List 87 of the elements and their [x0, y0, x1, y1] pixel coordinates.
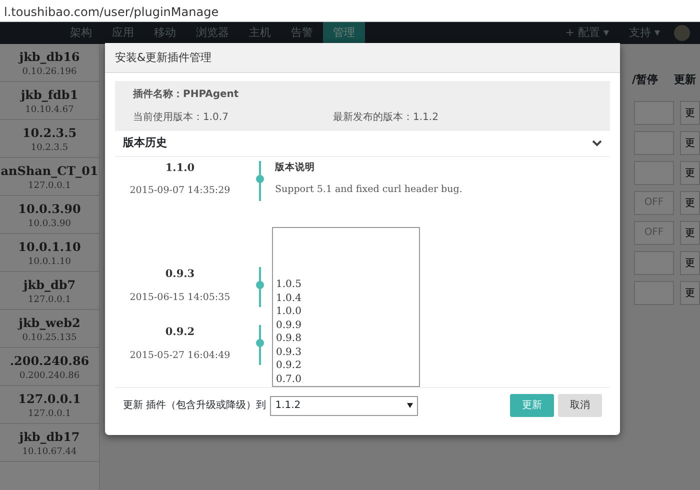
host-address: 127.0.0.1: [27, 294, 72, 307]
host-address: 0.10.26.196: [21, 66, 78, 79]
host-name: jkb_db7: [22, 277, 77, 294]
dropdown-option[interactable]: 1.0.5: [273, 278, 419, 292]
release-date: 2015-09-07 14:35:29: [130, 185, 230, 196]
version-select[interactable]: 1.1.2: [270, 396, 418, 416]
nav-tab[interactable]: 浏览器: [186, 22, 239, 44]
release-date: 2015-05-27 16:04:49: [130, 350, 230, 361]
host-address: 10.0.1.10: [27, 256, 72, 269]
menu-button[interactable]: + 配置 ▾: [555, 22, 619, 44]
update-button[interactable]: 更: [680, 131, 700, 155]
host-address: 10.10.4.67: [24, 104, 75, 117]
select-value: 1.1.2: [275, 398, 301, 412]
update-button[interactable]: 更: [680, 191, 700, 215]
timeline-marker: [259, 160, 261, 200]
address-bar[interactable]: l.toushibao.com/user/pluginManage: [0, 0, 700, 22]
host-item[interactable]: jkb_fdb1 10.10.4.67: [0, 82, 99, 120]
status-cell: [634, 251, 674, 275]
notes-title: 版本说明: [275, 160, 316, 174]
host-name: jkb_web2: [16, 315, 82, 332]
timeline-marker: [259, 325, 261, 365]
status-cell: [634, 101, 674, 125]
plugin-name: 插件名称：PHPAgent: [133, 88, 240, 102]
host-name: 10.2.3.5: [21, 125, 78, 142]
update-button[interactable]: 更: [680, 221, 700, 245]
update-button[interactable]: 更: [680, 251, 700, 275]
dropdown-option[interactable]: 1.0.0: [273, 305, 419, 318]
nav-tab[interactable]: 架构: [60, 22, 102, 44]
nav-tab[interactable]: 告警: [281, 22, 323, 44]
dropdown-option[interactable]: 0.9.3: [273, 346, 419, 359]
dropdown-option[interactable]: 0.9.8: [273, 332, 419, 346]
host-item[interactable]: 10.0.3.90 10.0.3.90: [0, 196, 99, 234]
update-button[interactable]: 更: [680, 161, 700, 185]
nav-tab[interactable]: 主机: [239, 22, 281, 44]
host-name: jkb_fdb1: [19, 87, 80, 104]
host-name: 10.0.3.90: [17, 201, 82, 218]
host-name: jkb_db16: [17, 49, 81, 66]
dropdown-option[interactable]: 0.9.2: [273, 359, 419, 372]
host-item[interactable]: anShan_CT_01 127.0.0.1: [0, 158, 99, 196]
update-button[interactable]: 更新: [510, 394, 554, 417]
update-button[interactable]: 更: [680, 101, 700, 125]
version-number: 1.1.0: [164, 160, 196, 176]
dropdown-option[interactable]: 0.9.9: [273, 318, 419, 332]
host-address: 127.0.0.1: [27, 408, 72, 421]
latest-version: 最新发布的版本：1.1.2: [333, 110, 438, 125]
cancel-button[interactable]: 取消: [558, 394, 602, 417]
host-item[interactable]: jkb_db16 0.10.26.196: [0, 44, 99, 82]
host-name: .200.240.86: [8, 353, 90, 370]
update-button[interactable]: 更: [680, 281, 700, 305]
caret-icon: [407, 403, 414, 408]
menu-button[interactable]: 支持 ▾: [618, 22, 670, 44]
host-address: 0.200.240.86: [18, 370, 81, 383]
nav-tab[interactable]: 移动: [144, 22, 186, 44]
host-item[interactable]: jkb_db17 10.10.67.44: [0, 424, 99, 462]
host-address: 0.10.25.135: [21, 332, 78, 345]
dialog-title: 安装&更新插件管理: [105, 43, 620, 73]
version-number: 0.9.2: [164, 325, 196, 340]
release-date: 2015-06-15 14:05:35: [130, 292, 230, 303]
host-name: anShan_CT_01: [0, 163, 99, 180]
host-item[interactable]: 10.0.1.10 10.0.1.10: [0, 234, 99, 272]
status-cell: [634, 281, 674, 305]
status-cell: [634, 131, 674, 155]
nav-tab[interactable]: 应用: [102, 22, 144, 44]
host-address: 10.0.3.90: [27, 218, 72, 231]
host-name: 127.0.0.1: [17, 391, 82, 408]
column-header: 更新: [674, 72, 696, 88]
status-cell: [634, 161, 674, 185]
host-item[interactable]: jkb_web2 0.10.25.135: [0, 310, 99, 348]
host-item[interactable]: .200.240.86 0.200.240.86: [0, 348, 99, 386]
dropdown-option[interactable]: 1.0.4: [273, 292, 419, 305]
host-address: 10.10.67.44: [21, 446, 78, 459]
version-number: 0.9.3: [164, 267, 196, 282]
host-address: 127.0.0.1: [27, 180, 72, 193]
host-address: 10.2.3.5: [30, 142, 70, 155]
dropdown-option[interactable]: 0.7.0: [273, 372, 419, 386]
nav-tab[interactable]: 管理: [323, 22, 365, 44]
host-name: jkb_db17: [17, 429, 81, 446]
update-label: 更新 插件（包含升级或降级）到: [123, 398, 266, 413]
host-item[interactable]: 127.0.0.1 127.0.0.1: [0, 386, 99, 424]
section-title: 版本历史: [123, 135, 167, 151]
current-version: 当前使用版本：1.0.7: [133, 110, 230, 125]
host-item[interactable]: 10.2.3.5 10.2.3.5: [0, 120, 99, 158]
host-name: 10.0.1.10: [17, 239, 82, 256]
release-notes: Support 5.1 and fixed curl header bug.: [275, 184, 462, 195]
timeline-marker: [259, 267, 261, 307]
column-header: /暂停: [632, 72, 658, 88]
host-item[interactable]: jkb_db7 127.0.0.1: [0, 272, 99, 310]
